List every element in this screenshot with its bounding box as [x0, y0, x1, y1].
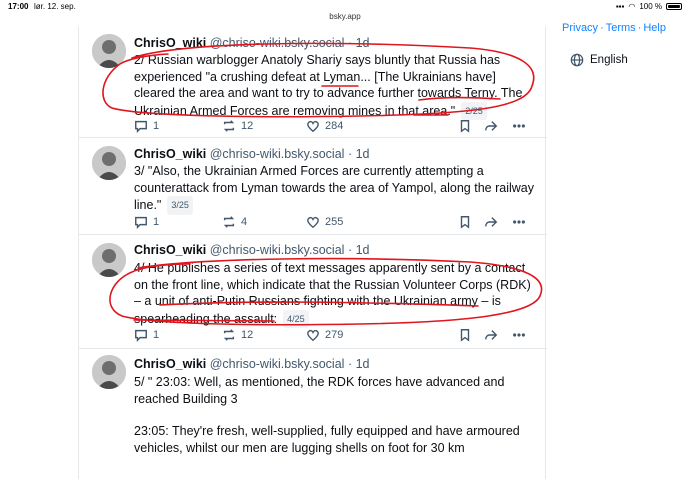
post-paragraph: 23:05: They're fresh, well-supplied, ful… — [134, 424, 520, 455]
more-button[interactable] — [512, 119, 526, 133]
more-button[interactable] — [512, 328, 526, 342]
reply-icon — [135, 216, 147, 229]
privacy-link[interactable]: Privacy — [562, 22, 598, 34]
bookmark-button[interactable] — [458, 215, 472, 229]
post[interactable]: ChrisO_wiki @chriso-wiki.bsky.social · 1… — [79, 349, 547, 479]
globe-icon — [570, 53, 584, 67]
like-button[interactable]: 255 — [306, 215, 343, 229]
post-time[interactable]: 1d — [356, 36, 370, 50]
repost-count: 12 — [241, 329, 254, 341]
post-body: 3/ "Also, the Ukrainian Armed Forces are… — [134, 164, 534, 212]
wifi-icon: ◠ — [628, 2, 636, 11]
bookmark-button[interactable] — [458, 328, 472, 342]
share-icon — [485, 217, 498, 227]
post-header: ChrisO_wiki @chriso-wiki.bsky.social · 1… — [134, 357, 370, 371]
post-body: 4/ He publishes a series of text message… — [134, 261, 531, 326]
avatar[interactable] — [92, 146, 126, 180]
avatar[interactable] — [92, 243, 126, 277]
thread-counter: 4/25 — [283, 309, 309, 328]
reply-icon — [135, 329, 147, 342]
reply-count: 1 — [153, 329, 160, 341]
post-header: ChrisO_wiki @chriso-wiki.bsky.social · 1… — [134, 147, 370, 161]
more-icon — [513, 333, 525, 337]
like-icon — [307, 216, 319, 229]
more-button[interactable] — [512, 215, 526, 229]
post-header: ChrisO_wiki @chriso-wiki.bsky.social · 1… — [134, 243, 370, 257]
reply-count: 1 — [153, 216, 160, 228]
footer-links: Privacy · Terms · Help — [562, 22, 666, 34]
battery-label: 100 % — [639, 2, 662, 11]
author-name[interactable]: ChrisO_wiki — [134, 357, 206, 371]
author-handle[interactable]: @chriso-wiki.bsky.social — [210, 147, 345, 161]
signal-icon: ▪▪▪ — [615, 2, 625, 11]
thread-counter: 3/25 — [167, 196, 193, 215]
battery-icon — [666, 3, 682, 10]
status-right: ▪▪▪ ◠ 100 % — [616, 2, 682, 11]
share-icon — [485, 121, 498, 131]
repost-count: 12 — [241, 120, 254, 132]
author-name[interactable]: ChrisO_wiki — [134, 36, 206, 50]
repost-button[interactable]: 12 — [222, 119, 253, 133]
share-button[interactable] — [484, 215, 498, 229]
share-button[interactable] — [484, 119, 498, 133]
more-icon — [513, 220, 525, 224]
post-paragraph: 5/ " 23:03: Well, as mentioned, the RDK … — [134, 375, 505, 406]
avatar[interactable] — [92, 355, 126, 389]
bookmark-icon — [460, 329, 470, 342]
repost-button[interactable]: 12 — [222, 328, 253, 342]
repost-icon — [223, 120, 235, 132]
help-link[interactable]: Help — [643, 22, 666, 34]
post-actions: 1 4 255 — [134, 215, 534, 233]
author-handle[interactable]: @chriso-wiki.bsky.social — [210, 243, 345, 257]
post[interactable]: ChrisO_wiki @chriso-wiki.bsky.social · 1… — [79, 138, 547, 235]
bookmark-icon — [460, 120, 470, 133]
terms-link[interactable]: Terms — [606, 22, 636, 34]
post-time[interactable]: 1d — [356, 147, 370, 161]
language-selector[interactable]: English — [570, 53, 628, 67]
reply-button[interactable]: 1 — [134, 119, 159, 133]
repost-count: 4 — [241, 216, 248, 228]
post-time[interactable]: 1d — [356, 243, 370, 257]
avatar[interactable] — [92, 34, 126, 68]
like-count: 284 — [325, 120, 344, 132]
post[interactable]: ChrisO_wiki @chriso-wiki.bsky.social · 1… — [79, 235, 547, 349]
reply-icon — [135, 120, 147, 133]
repost-icon — [223, 216, 235, 228]
bookmark-icon — [460, 216, 470, 229]
repost-button[interactable]: 4 — [222, 215, 247, 229]
share-button[interactable] — [484, 328, 498, 342]
post[interactable]: ChrisO_wiki @chriso-wiki.bsky.social · 1… — [79, 26, 547, 138]
share-icon — [485, 330, 498, 340]
like-icon — [307, 120, 319, 133]
language-label: English — [590, 54, 628, 66]
like-button[interactable]: 279 — [306, 328, 343, 342]
status-time: 17:00 — [8, 2, 29, 11]
bookmark-button[interactable] — [458, 119, 472, 133]
like-count: 255 — [325, 216, 344, 228]
like-count: 279 — [325, 329, 344, 341]
like-icon — [307, 329, 319, 342]
post-actions: 1 12 279 — [134, 328, 534, 346]
status-date: lør. 12. sep. — [34, 2, 76, 11]
feed: ChrisO_wiki @chriso-wiki.bsky.social · 1… — [78, 26, 547, 479]
like-button[interactable]: 284 — [306, 119, 343, 133]
post-header: ChrisO_wiki @chriso-wiki.bsky.social · 1… — [134, 36, 370, 50]
reply-button[interactable]: 1 — [134, 328, 159, 342]
post-text: 2/ Russian warblogger Anatoly Shariy say… — [134, 52, 536, 120]
author-handle[interactable]: @chriso-wiki.bsky.social — [210, 357, 345, 371]
more-icon — [513, 124, 525, 128]
author-handle[interactable]: @chriso-wiki.bsky.social — [210, 36, 345, 50]
right-panel: Privacy · Terms · Help English — [562, 22, 690, 67]
repost-icon — [223, 329, 235, 341]
reply-count: 1 — [153, 120, 160, 132]
post-actions: 1 12 284 — [134, 119, 534, 137]
author-name[interactable]: ChrisO_wiki — [134, 147, 206, 161]
reply-button[interactable]: 1 — [134, 215, 159, 229]
post-text: 3/ "Also, the Ukrainian Armed Forces are… — [134, 163, 536, 215]
post-time[interactable]: 1d — [356, 357, 370, 371]
post-text: 4/ He publishes a series of text message… — [134, 260, 536, 328]
thread-counter: 2/25 — [461, 101, 487, 120]
post-text: 5/ " 23:03: Well, as mentioned, the RDK … — [134, 374, 536, 456]
author-name[interactable]: ChrisO_wiki — [134, 243, 206, 257]
